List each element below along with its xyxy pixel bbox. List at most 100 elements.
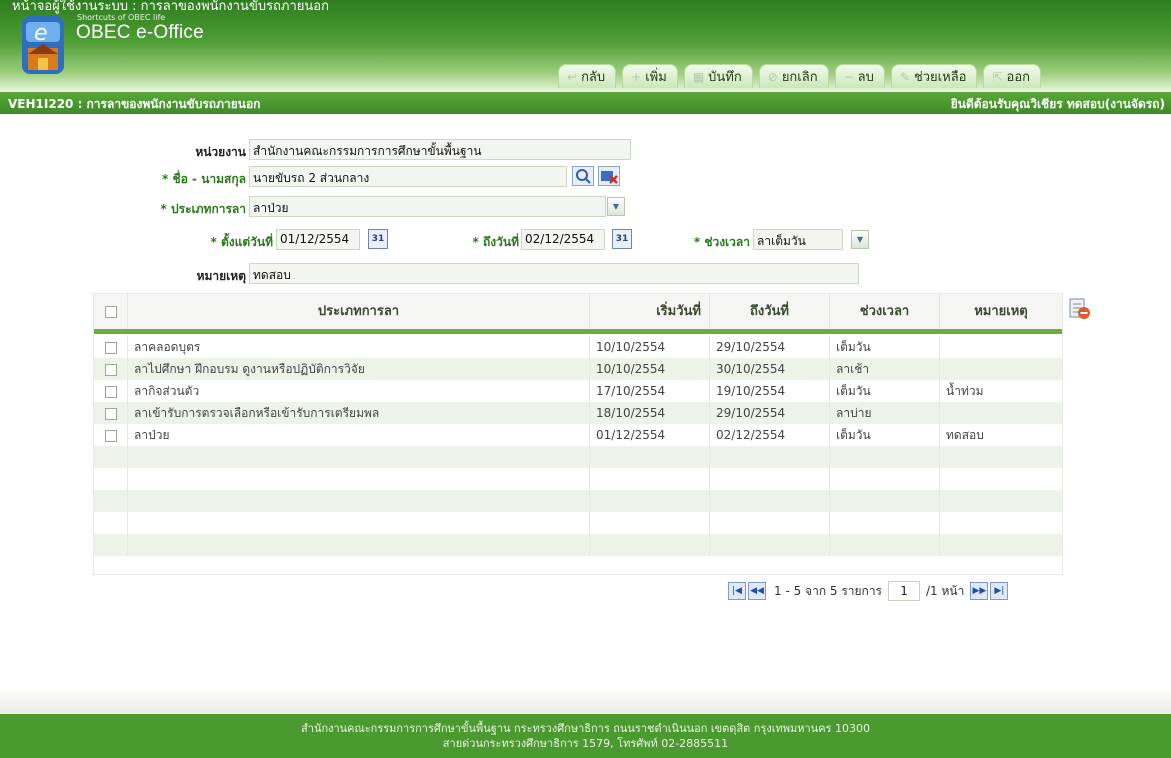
- table-cell: เต็มวัน: [830, 424, 940, 446]
- table-cell: เต็มวัน: [830, 336, 940, 358]
- footer-hotline: สายด่วนกระทรวงศึกษาธิการ 1579, โทรศัพท์ …: [442, 737, 729, 750]
- leave-type-select[interactable]: ลาป่วย: [249, 196, 606, 217]
- page-number-input[interactable]: 1: [888, 581, 921, 601]
- delete-button[interactable]: − ลบ: [834, 64, 885, 88]
- table-cell: [940, 490, 1062, 512]
- to-date-field[interactable]: 02/12/2554: [521, 229, 605, 250]
- row-checkbox[interactable]: [104, 341, 117, 354]
- table-cell: [128, 512, 590, 534]
- table-cell: [590, 446, 710, 468]
- delete-rows-icon[interactable]: [1067, 297, 1091, 321]
- exit-icon: ⇱: [992, 69, 1003, 84]
- col-remark[interactable]: หมายเหตุ: [940, 294, 1062, 329]
- svg-text:e: e: [34, 21, 48, 46]
- select-all-checkbox[interactable]: [104, 305, 117, 318]
- table-row: [94, 468, 1062, 490]
- table-cell: 19/10/2554: [710, 380, 830, 402]
- row-select-cell: [94, 534, 128, 556]
- table-cell: ทดสอบ: [946, 428, 984, 442]
- back-icon: ↩: [567, 69, 578, 84]
- row-select-cell: [94, 512, 128, 534]
- table-cell: [128, 534, 590, 556]
- col-end-date[interactable]: ถึงวันที่: [710, 294, 830, 329]
- table-cell: ลาเข้ารับการตรวจเลือกหรือเข้ารับการเตรีย…: [128, 402, 590, 424]
- footer-address: สำนักงานคณะกรรมการการศึกษาขั้นพื้นฐาน กร…: [301, 722, 870, 735]
- save-icon: ▦: [692, 69, 705, 84]
- period-select[interactable]: ลาเต็มวัน: [753, 229, 843, 250]
- minus-icon: −: [843, 69, 854, 84]
- table-cell: 30/10/2554: [710, 358, 830, 380]
- table-cell: [710, 468, 830, 490]
- name-field[interactable]: นายขับรถ 2 ส่วนกลาง: [249, 166, 567, 187]
- remark-field[interactable]: ทดสอบ: [249, 263, 859, 284]
- table-row: [94, 490, 1062, 512]
- from-date-field[interactable]: 01/12/2554: [276, 229, 360, 250]
- footer: สำนักงานคณะกรรมการการศึกษาขั้นพื้นฐาน กร…: [0, 714, 1171, 758]
- exit-button[interactable]: ⇱ ออก: [983, 64, 1042, 88]
- table-cell: [940, 534, 1062, 556]
- table-cell: 17/10/2554: [590, 380, 710, 402]
- table-cell: ลาป่วย: [128, 424, 590, 446]
- table-row[interactable]: ลาไปศึกษา ฝึกอบรม ดูงานหรือปฏิบัติการวิจ…: [94, 358, 1062, 380]
- col-period[interactable]: ช่วงเวลา: [830, 294, 940, 329]
- select-all-cell: [94, 294, 128, 329]
- prev-page-icon[interactable]: ◀◀: [748, 582, 766, 600]
- row-checkbox[interactable]: [104, 385, 117, 398]
- col-leave-type[interactable]: ประเภทการลา: [128, 294, 590, 329]
- table-row: [94, 512, 1062, 534]
- table-cell: น้ำท่วม: [946, 384, 984, 398]
- leave-type-dropdown-icon[interactable]: ▼: [607, 197, 625, 216]
- add-button[interactable]: + เพิ่ม: [622, 64, 678, 88]
- row-select-cell: [94, 490, 128, 512]
- row-checkbox[interactable]: [104, 429, 117, 442]
- back-button[interactable]: ↩ กลับ: [558, 64, 617, 88]
- calendar-icon[interactable]: 31: [612, 229, 632, 249]
- table-cell: 02/12/2554: [710, 424, 830, 446]
- row-checkbox[interactable]: [104, 363, 117, 376]
- table-cell: 01/12/2554: [590, 424, 710, 446]
- plus-icon: +: [631, 69, 642, 84]
- table-cell: [940, 402, 1062, 424]
- table-cell: [128, 468, 590, 490]
- calendar-icon[interactable]: 31: [368, 229, 388, 249]
- to-date-label: * ถึงวันที่: [472, 235, 519, 249]
- from-date-label: * ตั้งแต่วันที่: [210, 235, 274, 249]
- table-cell: [590, 490, 710, 512]
- table-cell: เต็มวัน: [830, 380, 940, 402]
- welcome-text: ยินดีต้อนรับคุณวิเชียร ทดสอบ(งานจัดรถ): [950, 97, 1165, 111]
- period-dropdown-icon[interactable]: ▼: [851, 230, 869, 249]
- first-page-icon[interactable]: |◀: [728, 582, 746, 600]
- row-select-cell: [94, 336, 128, 358]
- cancel-button[interactable]: ⊘ ยกเลิก: [758, 64, 829, 88]
- table-row[interactable]: ลาป่วย 01/12/2554 02/12/2554 เต็มวัน ทดสอบ: [94, 424, 1062, 446]
- help-button[interactable]: ✎ ช่วยเหลือ: [890, 64, 978, 88]
- table-cell: [710, 446, 830, 468]
- help-icon: ✎: [899, 69, 910, 84]
- table-row[interactable]: ลาคลอดบุตร 10/10/2554 29/10/2554 เต็มวัน: [94, 336, 1062, 358]
- toolbar: ↩ กลับ + เพิ่ม ▦ บันทึก ⊘ ยกเลิก − ลบ ✎ ช่วยเห…: [558, 64, 1047, 88]
- search-icon[interactable]: [572, 166, 594, 186]
- table-cell: [940, 446, 1062, 468]
- title-bar: VEH1I220 : การลาของพนักงานขับรถภายนอก ยิ…: [0, 92, 1171, 114]
- pager-total: /1 หน้า: [926, 583, 965, 598]
- next-page-icon[interactable]: ▶▶: [970, 582, 989, 600]
- last-page-icon[interactable]: ▶|: [990, 582, 1009, 600]
- row-checkbox[interactable]: [104, 407, 117, 420]
- table-cell: [830, 468, 940, 490]
- col-start-date[interactable]: เริ่มวันที่: [590, 294, 710, 329]
- table-cell: [940, 336, 1062, 358]
- logo-title: OBEC e-Office: [76, 22, 204, 43]
- table-cell: [830, 490, 940, 512]
- table-cell: 10/10/2554: [590, 336, 710, 358]
- table-cell: [940, 468, 1062, 490]
- table-row[interactable]: ลาเข้ารับการตรวจเลือกหรือเข้ารับการเตรีย…: [94, 402, 1062, 424]
- pager: |◀ ◀◀ 1 - 5 จาก 5 รายการ 1 /1 หน้า ▶▶ ▶|: [728, 580, 1010, 602]
- save-button[interactable]: ▦ บันทึก: [683, 64, 753, 88]
- remark-label: หมายเหตุ: [196, 269, 246, 283]
- table-cell: [590, 468, 710, 490]
- clear-icon[interactable]: [598, 166, 620, 186]
- table-cell: [830, 446, 940, 468]
- obec-logo-icon: e: [22, 16, 64, 74]
- row-select-cell: [94, 446, 128, 468]
- table-row[interactable]: ลากิจส่วนตัว 17/10/2554 19/10/2554 เต็มวัน น…: [94, 380, 1062, 402]
